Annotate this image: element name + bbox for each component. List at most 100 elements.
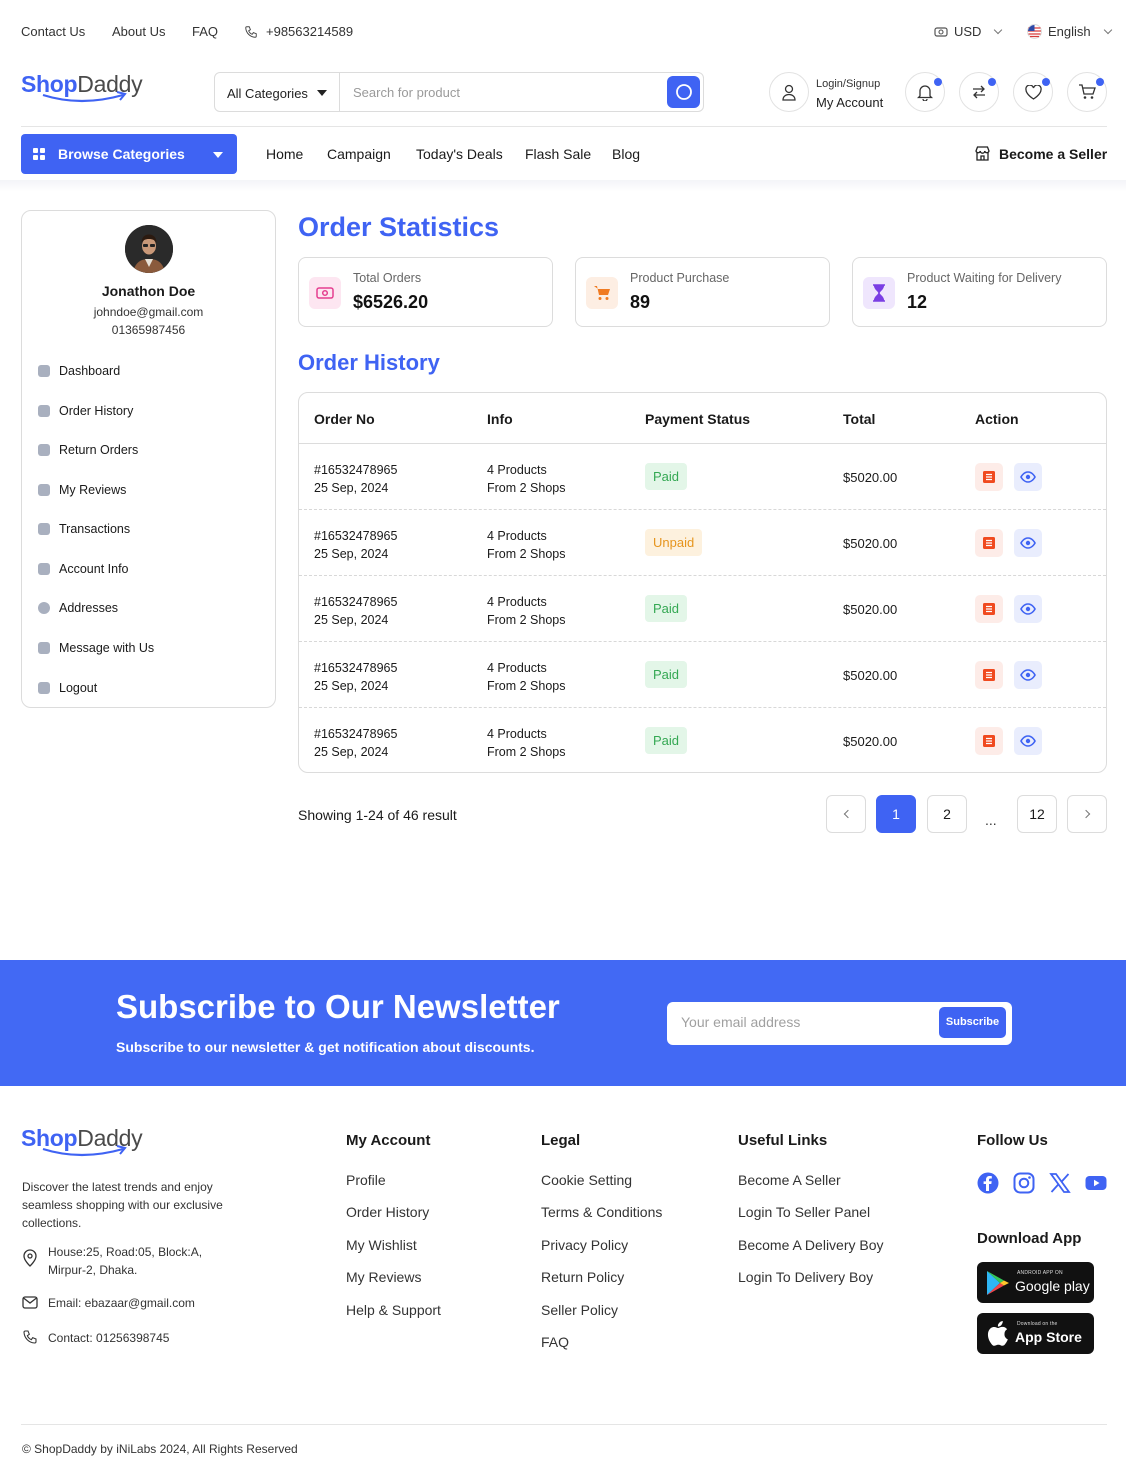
- footer-link-seller-policy[interactable]: Seller Policy: [541, 1302, 618, 1318]
- sidebar-item-dashboard[interactable]: Dashboard: [38, 364, 120, 378]
- my-account-text: My Account: [816, 95, 884, 110]
- cart-button[interactable]: [1067, 72, 1107, 112]
- nav-blog[interactable]: Blog: [612, 146, 640, 162]
- subscribe-button[interactable]: Subscribe: [939, 1007, 1006, 1038]
- instagram-icon[interactable]: [1013, 1172, 1035, 1194]
- wishlist-button[interactable]: [1013, 72, 1053, 112]
- become-seller-link[interactable]: Become a Seller: [974, 145, 1107, 162]
- order-number[interactable]: #16532478965: [314, 659, 397, 677]
- shop-count: From 2 Shops: [487, 613, 566, 627]
- pagination-page-12[interactable]: 12: [1017, 795, 1057, 833]
- invoice-button[interactable]: [975, 463, 1003, 491]
- column-header-order-no: Order No: [314, 411, 375, 427]
- view-button[interactable]: [1014, 529, 1042, 557]
- stat-card-product-purchase: Product Purchase 89: [575, 257, 830, 327]
- order-number[interactable]: #16532478965: [314, 725, 397, 743]
- footer-contact: Contact: 01256398745: [22, 1329, 169, 1347]
- invoice-button[interactable]: [975, 529, 1003, 557]
- search-button[interactable]: [667, 76, 700, 108]
- account-link[interactable]: Login/Signup My Account: [816, 78, 883, 110]
- contact-text[interactable]: Contact: 01256398745: [48, 1329, 169, 1347]
- browse-categories-button[interactable]: Browse Categories: [21, 134, 237, 174]
- chevron-left-icon: [843, 809, 852, 819]
- footer-link-delivery-boy[interactable]: Become A Delivery Boy: [738, 1237, 884, 1253]
- nav-campaign[interactable]: Campaign: [327, 146, 391, 162]
- footer-link-login-delivery[interactable]: Login To Delivery Boy: [738, 1269, 873, 1285]
- email-text[interactable]: Email: ebazaar@gmail.com: [48, 1294, 195, 1312]
- order-date: 25 Sep, 2024: [314, 481, 389, 495]
- account-button[interactable]: [769, 72, 809, 112]
- invoice-button[interactable]: [975, 595, 1003, 623]
- sidebar-item-label: Return Orders: [59, 443, 139, 457]
- invoice-button[interactable]: [975, 727, 1003, 755]
- footer-logo[interactable]: ShopDaddy: [21, 1125, 143, 1157]
- sidebar-item-return-orders[interactable]: Return Orders: [38, 443, 138, 457]
- invoice-button[interactable]: [975, 661, 1003, 689]
- youtube-icon[interactable]: [1085, 1172, 1107, 1194]
- x-icon[interactable]: [1049, 1172, 1071, 1194]
- caret-down-icon[interactable]: [317, 90, 327, 96]
- sidebar-item-message[interactable]: Message with Us: [38, 641, 154, 655]
- avatar[interactable]: [125, 225, 173, 273]
- nav-home[interactable]: Home: [266, 146, 303, 162]
- notifications-button[interactable]: [905, 72, 945, 112]
- footer-link-reviews[interactable]: My Reviews: [346, 1269, 421, 1285]
- pagination-page-1[interactable]: 1: [876, 795, 916, 833]
- info-cell: 4 Products From 2 Shops: [487, 659, 566, 695]
- shopdaddy-logo[interactable]: ShopDaddy: [21, 71, 143, 103]
- sidebar-item-account-info[interactable]: Account Info: [38, 562, 129, 576]
- footer-link-help[interactable]: Help & Support: [346, 1302, 441, 1318]
- view-button[interactable]: [1014, 661, 1042, 689]
- sidebar-item-addresses[interactable]: Addresses: [38, 601, 118, 615]
- app-store-button[interactable]: Download on the App Store: [977, 1313, 1094, 1354]
- footer-heading-legal: Legal: [541, 1132, 581, 1149]
- about-us-link[interactable]: About Us: [112, 24, 165, 39]
- dashboard-icon: [38, 365, 50, 377]
- sidebar-item-my-reviews[interactable]: My Reviews: [38, 483, 126, 497]
- pagination-next-button[interactable]: [1067, 795, 1107, 833]
- pagination-page-2[interactable]: 2: [927, 795, 967, 833]
- footer-link-profile[interactable]: Profile: [346, 1172, 386, 1188]
- footer-link-order-history[interactable]: Order History: [346, 1204, 429, 1220]
- sidebar-item-logout[interactable]: Logout: [38, 681, 97, 695]
- language-select[interactable]: English: [1027, 24, 1112, 39]
- footer-link-wishlist[interactable]: My Wishlist: [346, 1237, 417, 1253]
- compare-button[interactable]: [959, 72, 999, 112]
- nav-flash-sale[interactable]: Flash Sale: [525, 146, 591, 162]
- category-select[interactable]: All Categories: [227, 86, 308, 101]
- info-cell: 4 Products From 2 Shops: [487, 527, 566, 563]
- view-button[interactable]: [1014, 727, 1042, 755]
- pagination-summary: Showing 1-24 of 46 result: [298, 807, 457, 823]
- order-number[interactable]: #16532478965: [314, 461, 397, 479]
- google-play-button[interactable]: ANDROID APP ON Google play: [977, 1262, 1094, 1303]
- footer-link-faq[interactable]: FAQ: [541, 1334, 569, 1350]
- view-button[interactable]: [1014, 595, 1042, 623]
- pagination-prev-button[interactable]: [826, 795, 866, 833]
- currency-select[interactable]: USD: [934, 24, 1003, 39]
- stat-card-total-orders: Total Orders $6526.20: [298, 257, 553, 327]
- view-button[interactable]: [1014, 463, 1042, 491]
- footer-link-return-policy[interactable]: Return Policy: [541, 1269, 624, 1285]
- newsletter-email-input[interactable]: [681, 1014, 921, 1030]
- sidebar-item-transactions[interactable]: Transactions: [38, 522, 130, 536]
- footer-link-become-seller[interactable]: Become A Seller: [738, 1172, 841, 1188]
- footer-link-terms[interactable]: Terms & Conditions: [541, 1204, 662, 1220]
- language-label: English: [1048, 24, 1091, 39]
- store-icon: [975, 146, 990, 161]
- footer-link-privacy[interactable]: Privacy Policy: [541, 1237, 628, 1253]
- sidebar-item-order-history[interactable]: Order History: [38, 404, 133, 418]
- stat-label: Total Orders: [353, 271, 422, 285]
- search-input[interactable]: [353, 81, 653, 103]
- status-badge: Paid: [645, 661, 688, 688]
- nav-todays-deals[interactable]: Today's Deals: [416, 146, 503, 162]
- product-count: 4 Products: [487, 661, 547, 675]
- faq-link[interactable]: FAQ: [192, 24, 218, 39]
- footer-link-cookie[interactable]: Cookie Setting: [541, 1172, 632, 1188]
- facebook-icon[interactable]: [977, 1172, 999, 1194]
- order-number[interactable]: #16532478965: [314, 593, 397, 611]
- phone-number: +98563214589: [266, 24, 354, 39]
- contact-us-link[interactable]: Contact Us: [21, 24, 85, 39]
- sidebar-item-label: Transactions: [59, 522, 131, 536]
- order-number[interactable]: #16532478965: [314, 527, 397, 545]
- footer-link-seller-panel[interactable]: Login To Seller Panel: [738, 1204, 870, 1220]
